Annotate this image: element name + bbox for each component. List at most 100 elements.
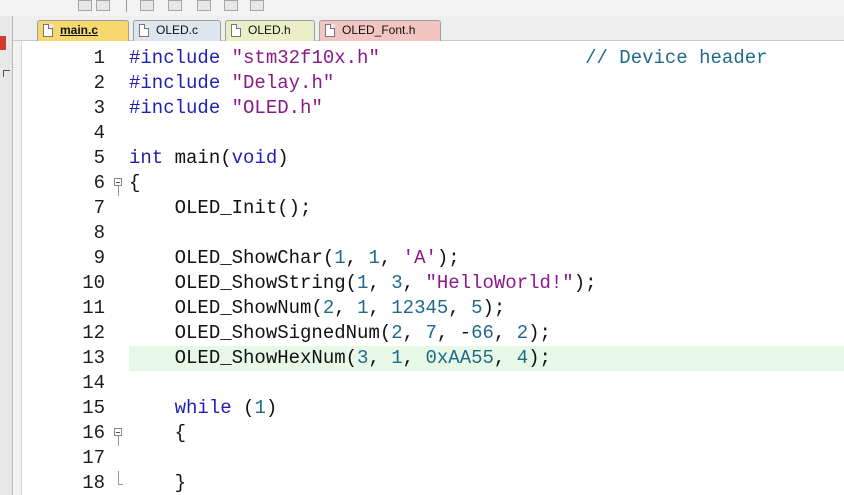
code-token: 66 — [471, 322, 494, 344]
code-token: 1 — [368, 247, 380, 269]
editor-margin[interactable] — [13, 41, 22, 495]
code-token: , — [493, 347, 517, 369]
editor-tab-bar: main.c OLED.c OLED.h OLED_Font.h — [13, 16, 844, 41]
diamond-icon[interactable] — [197, 0, 211, 11]
code-token: 1 — [391, 347, 403, 369]
build-icon[interactable] — [78, 0, 92, 11]
code-token: 1 — [357, 272, 369, 294]
code-token: 3 — [391, 272, 403, 294]
code-token: "OLED.h" — [231, 97, 323, 119]
code-token: OLED_ShowHexNum( — [129, 347, 358, 369]
tab-main-c[interactable]: main.c — [37, 20, 129, 41]
code-token: #include — [129, 72, 232, 94]
project-panel-edge[interactable] — [0, 16, 13, 495]
fold-end-icon[interactable] — [114, 471, 124, 495]
code-token: "Delay.h" — [231, 72, 335, 94]
code-token: , — [379, 247, 403, 269]
code-token: , — [368, 272, 392, 294]
code-token: OLED_ShowChar( — [129, 247, 335, 269]
tab-label: OLED.h — [248, 23, 291, 37]
line-number: 15 — [82, 397, 105, 419]
tab-label: OLED_Font.h — [342, 23, 416, 37]
tools-icon[interactable] — [96, 0, 110, 11]
line-number: 14 — [82, 372, 105, 394]
code-line[interactable]: #include "OLED.h" — [129, 96, 323, 121]
code-token: 7 — [425, 322, 437, 344]
code-token: 12345 — [391, 297, 449, 319]
code-line[interactable]: OLED_ShowNum(2, 1, 12345, 5); — [129, 296, 506, 321]
code-token: 2 — [322, 297, 335, 319]
code-token: ) — [265, 397, 278, 419]
line-number: 11 — [82, 297, 105, 319]
tab-label: main.c — [60, 23, 99, 37]
line-number: 1 — [93, 47, 105, 69]
code-line[interactable]: OLED_ShowHexNum(3, 1, 0xAA55, 4); — [129, 346, 551, 371]
code-line[interactable]: while (1) — [129, 396, 278, 421]
code-token: int — [129, 147, 164, 169]
line-number: 12 — [82, 322, 105, 344]
code-token: ); — [528, 347, 551, 369]
code-token: ) — [277, 147, 289, 169]
code-token: main( — [163, 147, 232, 169]
code-token: 0xAA55 — [425, 347, 494, 369]
line-number: 18 — [82, 472, 105, 494]
line-number: 3 — [93, 97, 105, 119]
line-number: 5 — [93, 147, 105, 169]
code-token: // Device header — [585, 47, 768, 69]
code-token: ); — [528, 322, 551, 344]
code-token: ( — [231, 397, 255, 419]
line-number: 4 — [93, 122, 105, 144]
tab-oled-h[interactable]: OLED.h — [225, 20, 315, 41]
code-editor[interactable]: 1 #include "stm32f10x.h" // Device header… — [13, 41, 844, 495]
code-token: "HelloWorld!" — [425, 272, 574, 294]
fold-collapse-icon[interactable] — [114, 421, 124, 446]
code-line[interactable]: OLED_ShowSignedNum(2, 7, -66, 2); — [129, 321, 551, 346]
pack-installer-icon[interactable] — [224, 0, 238, 11]
tree-connector-icon — [3, 70, 10, 77]
extensions-icon[interactable] — [168, 0, 182, 11]
tab-oled-c[interactable]: OLED.c — [133, 20, 221, 41]
code-line[interactable]: #include "Delay.h" — [129, 71, 334, 96]
code-token: OLED_ShowNum( — [129, 297, 323, 319]
code-line[interactable]: int main(void) — [129, 146, 289, 171]
settings-icon[interactable] — [250, 0, 264, 11]
code-token: { — [129, 422, 187, 444]
code-token: , — [368, 347, 392, 369]
code-line[interactable]: OLED_ShowString(1, 3, "HelloWorld!"); — [129, 271, 597, 296]
line-number: 2 — [93, 72, 105, 94]
code-token: #include — [129, 47, 232, 69]
code-token: , — [402, 322, 426, 344]
fold-collapse-icon[interactable] — [114, 171, 124, 196]
code-line[interactable]: { — [129, 171, 140, 196]
file-icon — [325, 24, 335, 37]
code-token: , — [368, 297, 392, 319]
code-token: , — [402, 272, 426, 294]
code-token: void — [231, 147, 278, 169]
toolbar-separator — [126, 0, 127, 12]
project-panel-marker — [0, 36, 6, 50]
tab-oled-font-h[interactable]: OLED_Font.h — [319, 20, 441, 41]
code-token: , — [334, 297, 358, 319]
code-token: OLED_Init(); — [129, 197, 312, 219]
code-line[interactable]: #include "stm32f10x.h" // Device header — [129, 46, 768, 71]
code-token: 2 — [391, 322, 403, 344]
code-token: OLED_ShowSignedNum( — [129, 322, 392, 344]
code-line[interactable]: OLED_Init(); — [129, 196, 312, 221]
toolbar — [0, 0, 844, 16]
code-token: , — [345, 247, 369, 269]
line-number: 13 — [82, 347, 105, 369]
code-line[interactable]: { — [129, 421, 186, 446]
code-token: ); — [436, 247, 460, 269]
line-number: 9 — [93, 247, 105, 269]
code-token: 2 — [516, 322, 529, 344]
manage-icon[interactable] — [140, 0, 154, 11]
code-line[interactable]: } — [129, 471, 186, 495]
line-number: 10 — [82, 272, 105, 294]
code-token: 1 — [334, 247, 346, 269]
code-token: { — [129, 172, 141, 194]
code-token: while — [174, 397, 232, 419]
code-token: , — [493, 322, 517, 344]
code-line[interactable]: OLED_ShowChar(1, 1, 'A'); — [129, 246, 460, 271]
